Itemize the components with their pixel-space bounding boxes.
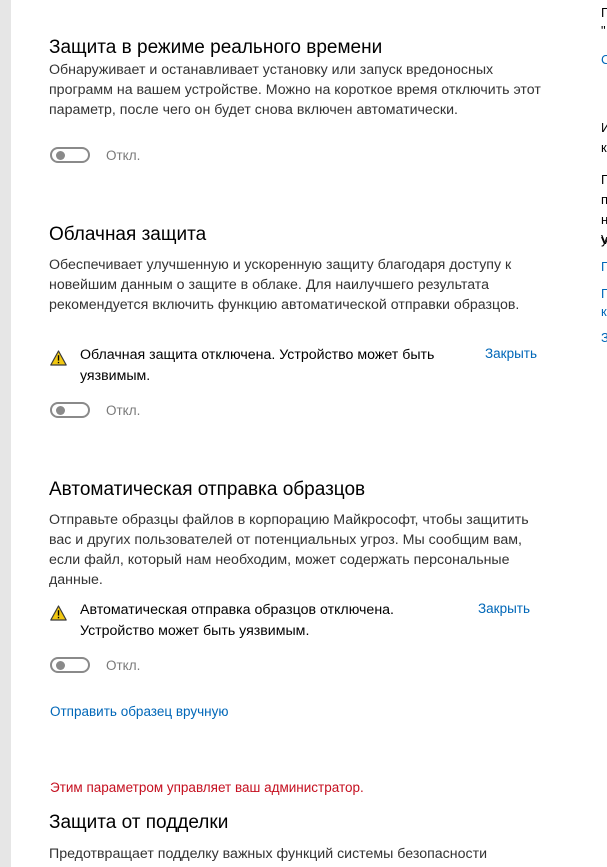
admin-managed-note: Этим параметром управляет ваш администра… [50, 780, 364, 795]
side-text-fragment: к [601, 140, 607, 155]
virus-protection-settings: Защита в режиме реального времени Обнару… [0, 0, 560, 867]
submit-sample-manually-link[interactable]: Отправить образец вручную [50, 704, 228, 719]
side-text-fragment: V [601, 232, 607, 247]
cloud-protection-description: Обеспечивает улучшенную и ускоренную защ… [49, 257, 520, 313]
sample-warning-close-link[interactable]: Закрыть [478, 601, 530, 616]
side-link-fragment[interactable]: П [601, 287, 607, 301]
warning-icon [50, 605, 67, 621]
sample-submission-warning-text: Автоматическая отправка образцов отключе… [80, 602, 394, 639]
cloud-protection-toggle-label: Откл. [106, 402, 141, 418]
realtime-protection-toggle[interactable] [50, 147, 90, 163]
warning-icon [50, 350, 67, 366]
toggle-knob [56, 406, 65, 415]
sample-submission-toggle[interactable] [50, 657, 90, 673]
side-text-fragment: п [601, 192, 607, 207]
side-text-fragment: н [601, 212, 607, 227]
side-link-fragment[interactable]: C [601, 53, 607, 67]
realtime-protection-title: Защита в режиме реального времени [49, 37, 383, 58]
sample-submission-description: Отправьте образцы файлов в корпорацию Ма… [49, 512, 529, 588]
side-info-panel: П " C И к П п н у V П П к З [601, 0, 607, 867]
side-text-fragment: П [601, 172, 607, 187]
sample-submission-toggle-row: Откл. [50, 654, 140, 676]
cloud-warning-close-link[interactable]: Закрыть [485, 346, 537, 361]
sample-submission-title: Автоматическая отправка образцов [49, 479, 366, 500]
tamper-protection-title: Защита от подделки [49, 812, 229, 833]
side-text-fragment: " [601, 23, 606, 38]
side-text-fragment: И [601, 120, 607, 135]
cloud-protection-warning-text: Облачная защита отключена. Устройство мо… [80, 347, 435, 384]
sample-submission-toggle-label: Откл. [106, 657, 141, 673]
cloud-protection-toggle-row: Откл. [50, 399, 140, 421]
side-link-fragment[interactable]: П [601, 260, 607, 274]
tamper-protection-description: Предотвращает подделку важных функций си… [49, 846, 487, 862]
side-link-fragment[interactable]: к [601, 305, 607, 319]
realtime-protection-description: Обнаруживает и останавливает установку и… [49, 62, 541, 118]
cloud-protection-toggle[interactable] [50, 402, 90, 418]
toggle-knob [56, 661, 65, 670]
realtime-protection-toggle-row: Откл. [50, 144, 140, 166]
side-link-fragment[interactable]: З [601, 331, 607, 345]
side-text-fragment: П [601, 5, 607, 20]
cloud-protection-title: Облачная защита [49, 224, 207, 245]
realtime-protection-toggle-label: Откл. [106, 147, 141, 163]
toggle-knob [56, 151, 65, 160]
